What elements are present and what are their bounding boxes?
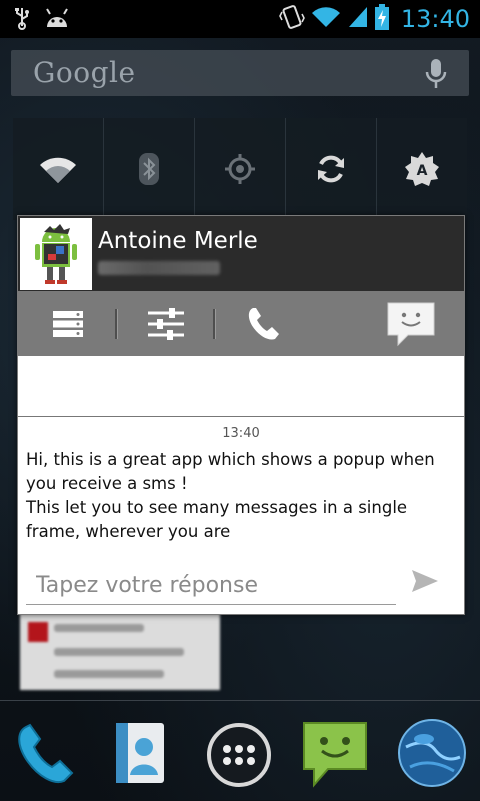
calendar-widget [20,612,220,690]
google-search-bar[interactable]: Google [11,50,469,96]
battery-charging-icon [374,4,389,34]
blurred-text-line [54,670,164,678]
previous-messages-area [18,356,464,417]
call-icon [248,307,279,339]
wifi-icon [311,5,341,33]
contact-number-redacted [98,261,220,275]
android-debug-icon [44,7,70,33]
status-bar: 13:40 [0,0,480,38]
phone-icon[interactable] [12,719,82,793]
svg-text:A: A [417,163,428,179]
signal-icon [347,5,369,33]
usb-icon [14,6,30,34]
gps-toggle[interactable] [195,118,286,220]
mic-icon[interactable] [425,58,447,94]
message-timestamp: 13:40 [222,426,260,441]
reply-input[interactable] [26,566,396,605]
settings-sliders-icon [148,307,184,340]
power-control-widget: A [13,118,467,220]
auto-brightness-icon: A [405,152,439,186]
popup-toolbar [18,291,464,357]
blurred-text-line [54,624,144,632]
wifi-toggle[interactable] [13,118,104,220]
sync-icon [318,155,344,183]
message-body: Hi, this is a great app which shows a po… [26,450,435,541]
contacts-icon[interactable] [110,719,170,791]
inbox-icon [53,310,83,337]
blurred-text-line [54,648,184,656]
send-button[interactable] [410,568,440,598]
browser-icon[interactable] [396,717,468,793]
quick-reply-button[interactable] [383,291,439,356]
quick-reply-smiley-icon [387,302,435,346]
toolbar-divider [115,309,118,339]
calendar-color-marker [28,622,48,642]
google-logo: Google [33,56,136,89]
app-drawer-icon[interactable] [205,721,273,793]
sms-popup: Antoine Merle 13:40 Hi, this is a great … [17,215,465,615]
popup-header: Antoine Merle [18,216,464,291]
send-icon [412,570,438,592]
messaging-icon[interactable] [300,719,370,793]
contact-avatar[interactable] [20,218,92,290]
gps-icon [225,154,255,184]
bluetooth-toggle[interactable] [104,118,195,220]
sync-toggle[interactable] [286,118,377,220]
call-button[interactable] [234,291,294,356]
wifi-icon [40,157,76,183]
contact-name: Antoine Merle [98,228,258,254]
brightness-toggle[interactable]: A [377,118,467,220]
home-dock [0,700,480,801]
bluetooth-icon [139,153,159,185]
inbox-button[interactable] [38,291,98,356]
settings-button[interactable] [136,291,196,356]
toolbar-divider [213,309,216,339]
vibrate-icon [278,2,305,36]
status-clock: 13:40 [400,5,470,33]
